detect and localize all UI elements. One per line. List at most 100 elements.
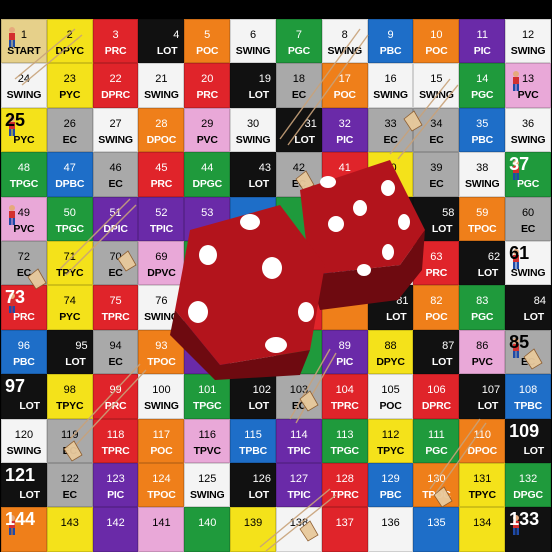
square-label: TPYC bbox=[376, 444, 405, 457]
square-number: 14 bbox=[476, 73, 489, 86]
board-square: 105 POC bbox=[367, 374, 414, 419]
square-number: 25 bbox=[5, 109, 26, 130]
board-square: 136 bbox=[367, 507, 414, 552]
square-label: SWING bbox=[189, 488, 225, 501]
square-label: PYC bbox=[59, 311, 81, 324]
square-number: 37 bbox=[509, 154, 530, 175]
square-label: SWING bbox=[235, 133, 271, 146]
board-square: 144 bbox=[1, 507, 47, 552]
board-square: 118 TPRC bbox=[92, 418, 139, 463]
board-square: 112 TPYC bbox=[367, 418, 414, 463]
board-square: 12 SWING bbox=[505, 19, 551, 64]
square-label: EC bbox=[291, 400, 306, 413]
square-label: PVC bbox=[517, 89, 539, 102]
board-square: 120 SWING bbox=[1, 418, 47, 463]
square-number: 94 bbox=[109, 339, 122, 352]
board-square: 104 TPRC bbox=[321, 374, 368, 419]
board-square: 23 PYC bbox=[46, 63, 93, 108]
square-number: 19 bbox=[258, 73, 271, 86]
square-label: POC bbox=[333, 89, 356, 102]
board-square: 60 EC bbox=[505, 196, 551, 241]
square-label: SWING bbox=[419, 89, 454, 102]
board-square: 6 SWING bbox=[230, 19, 276, 64]
square-label: LOT bbox=[477, 400, 499, 413]
left-die[interactable] bbox=[170, 205, 325, 380]
square-label: EC bbox=[108, 355, 123, 368]
square-label: PIC bbox=[336, 133, 354, 146]
square-number: 50 bbox=[63, 206, 76, 219]
board-square: 122 EC bbox=[46, 462, 93, 508]
square-number: 21 bbox=[155, 73, 168, 86]
board-square: 121 LOT bbox=[1, 462, 47, 508]
board-square: 8 SWING bbox=[321, 19, 368, 64]
square-number: 119 bbox=[60, 428, 79, 441]
square-number: 114 bbox=[290, 428, 308, 441]
square-label: PVC bbox=[196, 133, 218, 146]
square-number: 5 bbox=[204, 29, 211, 41]
board-square: 18 EC bbox=[275, 63, 322, 108]
square-label: TPGC bbox=[9, 178, 39, 191]
square-number: 71 bbox=[63, 250, 76, 263]
board-square: 115 TPBC bbox=[230, 418, 276, 463]
board-square: 24 SWING bbox=[1, 63, 47, 108]
board-square: 27 SWING bbox=[92, 107, 139, 153]
square-number: 30 bbox=[246, 117, 260, 130]
board-square: 127 TPIC bbox=[275, 462, 322, 508]
square-number: 51 bbox=[109, 206, 122, 219]
board-square: 74 PYC bbox=[46, 285, 93, 330]
square-label: DPBC bbox=[55, 178, 85, 191]
square-label: EC bbox=[520, 355, 536, 368]
square-label: POC bbox=[425, 45, 448, 57]
board-square: 135 bbox=[413, 507, 460, 552]
square-number: 58 bbox=[442, 206, 455, 219]
square-number: 128 bbox=[335, 472, 354, 485]
square-number: 49 bbox=[17, 206, 31, 219]
square-number: 75 bbox=[109, 295, 122, 308]
board-square: 119 EC bbox=[46, 418, 93, 463]
square-label: PRC bbox=[13, 311, 35, 324]
square-number: 136 bbox=[381, 517, 400, 530]
board-square: 14 PGC bbox=[459, 63, 506, 108]
square-label: TPIC bbox=[287, 444, 311, 457]
board-square: 123 PIC bbox=[92, 462, 139, 508]
square-label: LOT bbox=[19, 488, 40, 501]
board-square: 111 PGC bbox=[413, 418, 460, 463]
square-label: LOT bbox=[523, 444, 545, 457]
square-number: 112 bbox=[381, 428, 400, 441]
square-label: DPYC bbox=[55, 45, 85, 57]
board-square: 113 TPGC bbox=[321, 418, 368, 463]
square-label: TPVC bbox=[193, 444, 221, 457]
square-label: LOT bbox=[156, 45, 178, 57]
board-square: 7 PGC bbox=[275, 19, 322, 64]
square-label: PBC bbox=[379, 488, 402, 501]
board-square: 71 TPYC bbox=[46, 240, 93, 286]
square-number: 98 bbox=[63, 384, 76, 397]
board-square: 28 DPOC bbox=[138, 107, 185, 153]
dice-pair[interactable] bbox=[160, 160, 430, 380]
square-number: 124 bbox=[152, 472, 171, 485]
square-number: 26 bbox=[63, 117, 76, 130]
square-label: TPOC bbox=[147, 488, 176, 501]
square-label: SWING bbox=[510, 45, 546, 57]
square-number: 48 bbox=[17, 162, 31, 175]
board-square: 130 TPOC bbox=[413, 462, 460, 508]
board-square: 134 bbox=[459, 507, 506, 552]
board-square: 13 PVC bbox=[505, 63, 551, 108]
square-label: SWING bbox=[510, 133, 546, 146]
square-number: 122 bbox=[60, 472, 79, 485]
square-number: 129 bbox=[381, 472, 400, 485]
square-label: LOT bbox=[248, 89, 270, 102]
square-label: PYC bbox=[59, 89, 81, 102]
board-square: 100 SWING bbox=[138, 374, 185, 419]
square-label: POC bbox=[150, 444, 173, 457]
board-square: 49 PVC bbox=[1, 196, 47, 241]
board-square: 94 EC bbox=[92, 329, 139, 375]
board-square: 37 PGC bbox=[505, 152, 551, 197]
square-number: 83 bbox=[476, 295, 489, 308]
board-square: 72 EC bbox=[1, 240, 47, 286]
square-number: 140 bbox=[198, 517, 217, 530]
square-label: PGC bbox=[471, 89, 494, 102]
square-number: 47 bbox=[63, 162, 76, 175]
square-number: 108 bbox=[518, 384, 538, 397]
square-number: 134 bbox=[473, 517, 492, 530]
